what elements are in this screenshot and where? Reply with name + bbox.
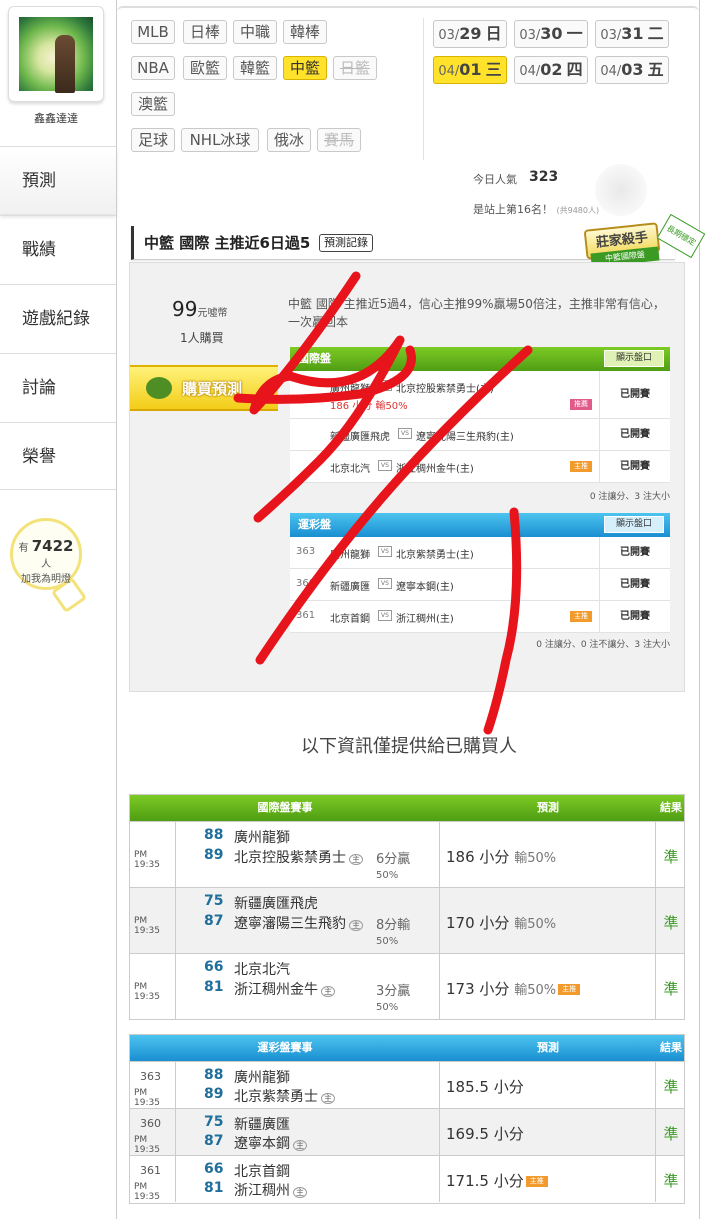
fans-unit: 人 bbox=[41, 559, 51, 570]
prediction-description: 中籃 國際 主推近5過4，信心主推99%贏場50倍注，主推非常有信心，一次贏回本 bbox=[288, 297, 665, 329]
sidebar-item-predict[interactable]: 預測 bbox=[0, 146, 116, 214]
vs-icon: VS bbox=[378, 460, 392, 471]
sport-tab-cpbl[interactable]: 中職 bbox=[233, 20, 277, 44]
table-row: 361 PM 19:35 66 北京首鋼 81 浙江稠州主 171.5 小分 主推 準 bbox=[130, 1155, 684, 1202]
buyer-count: 1人購買 bbox=[180, 331, 224, 345]
sport-tab-soccer[interactable]: 足球 bbox=[131, 128, 175, 152]
fans-prefix: 有 bbox=[18, 543, 29, 554]
prediction-panel: 99元噓幣 1人購買 中籃 國際 主推近5過4，信心主推99%贏場50倍注，主推… bbox=[129, 262, 685, 692]
main-pick-tag: 主推 bbox=[570, 611, 592, 622]
user-name: 鑫鑫達達 bbox=[34, 112, 78, 125]
vs-icon: VS bbox=[378, 610, 392, 621]
badge-ribbon: 長期穩定 bbox=[656, 213, 706, 259]
intl-row: 廣州龍獅 VS 北京控股紫禁勇士(主) 186 小分 輸50% 推薦 已開賽 bbox=[290, 371, 670, 419]
intl-section: 國際盤 顯示盤口 廣州龍獅 VS 北京控股紫禁勇士(主) 186 小分 輸50% 推… bbox=[290, 347, 670, 483]
table-row: 363 PM 19:35 88 廣州龍獅 89 北京紫禁勇士主 185.5 小分 準 bbox=[130, 1061, 684, 1108]
date-button-0401[interactable]: 04/01 三 bbox=[433, 56, 507, 84]
lottery-summary: 0 注讓分、0 注不讓分、3 注大小 bbox=[536, 640, 670, 650]
lottery-section-header: 運彩盤 顯示盤口 bbox=[290, 513, 670, 537]
main-content: MLB 日棒 中職 韓棒 NBA 歐籃 韓籃 中籃 日籃 澳籃 足球 NHL冰球… bbox=[116, 0, 706, 1219]
date-button-0329[interactable]: 03/29 日 bbox=[433, 20, 507, 48]
avatar[interactable] bbox=[8, 6, 104, 102]
vs-icon: VS bbox=[378, 380, 392, 391]
main-pick-tag: 主推 bbox=[525, 1176, 548, 1187]
table-row: PM 19:35 75 新疆廣匯飛虎 87 遼寧瀋陽三生飛豹主 8分輸 50% 170… bbox=[130, 887, 684, 953]
intl-section-header: 國際盤 顯示盤口 bbox=[290, 347, 670, 371]
rank-text: 是站上第16名！ (共9480人) bbox=[473, 203, 600, 216]
vs-icon: VS bbox=[398, 428, 412, 439]
show-odds-button[interactable]: 顯示盤口 bbox=[604, 350, 664, 367]
sport-tab-mlb[interactable]: MLB bbox=[131, 20, 175, 44]
sport-tab-ru-hockey[interactable]: 俄冰 bbox=[267, 128, 311, 152]
buy-prediction-button[interactable]: 購買預測 bbox=[130, 365, 278, 411]
table-row: PM 19:35 66 北京北汽 81 浙江稠州金牛主 3分贏 50% 173 小分 … bbox=[130, 953, 684, 1019]
sport-tab-kr-baseball[interactable]: 韓棒 bbox=[283, 20, 327, 44]
lottery-results-table: 運彩盤賽事 預測 結果 363 PM 19:35 88 廣州龍獅 89 北京紫禁勇士主… bbox=[129, 1034, 685, 1204]
vs-icon: VS bbox=[378, 546, 392, 557]
date-button-0403[interactable]: 04/03 五 bbox=[595, 56, 669, 84]
date-button-0330[interactable]: 03/30 一 bbox=[514, 20, 588, 48]
date-button-0331[interactable]: 03/31 二 bbox=[595, 20, 669, 48]
table-row: PM 19:35 88 廣州龍獅 89 北京控股紫禁勇士主 6分贏 50% 186 小… bbox=[130, 821, 684, 887]
sport-tab-kr-basketball[interactable]: 韓籃 bbox=[233, 56, 277, 80]
intl-row: 新疆廣匯飛虎 VS 遼寧沈陽三生飛豹(主) 已開賽 bbox=[290, 419, 670, 451]
filter-divider bbox=[423, 18, 424, 160]
intl-summary: 0 注讓分、3 注大小 bbox=[589, 492, 670, 502]
avatar-figure bbox=[55, 35, 75, 93]
recommend-tag: 推薦 bbox=[570, 399, 592, 410]
date-button-0402[interactable]: 04/02 四 bbox=[514, 56, 588, 84]
popularity-value: 323 bbox=[529, 169, 559, 185]
splash-decoration bbox=[595, 164, 647, 216]
fans-caption: 加我為明燈 bbox=[21, 574, 71, 585]
sidebar: 鑫鑫達達 預測 戰績 遊戲紀錄 討論 榮譽 有 7422 人 加我為明燈 bbox=[0, 0, 116, 1219]
lightbulb-icon[interactable]: 有 7422 人 加我為明燈 bbox=[10, 518, 82, 590]
lottery-row: 361 北京首鋼 VS 浙江稠州(主) 主推 已開賽 bbox=[290, 601, 670, 633]
lottery-results-header: 運彩盤賽事 預測 結果 bbox=[130, 1035, 684, 1061]
main-pick-tag: 主推 bbox=[570, 461, 592, 472]
sidebar-item-honor[interactable]: 榮譽 bbox=[0, 422, 116, 490]
popularity-label: 今日人氣 bbox=[473, 173, 517, 186]
lottery-row: 363 廣州龍獅 VS 北京紫禁勇士(主) 已開賽 bbox=[290, 537, 670, 569]
vs-icon: VS bbox=[378, 578, 392, 589]
sidebar-item-record[interactable]: 戰績 bbox=[0, 215, 116, 283]
intl-row: 北京北汽 VS 浙江稠州金牛(主) 主推 已開賽 bbox=[290, 451, 670, 483]
buyers-only-notice: 以下資訊僅提供給已購買人 bbox=[301, 736, 517, 757]
sport-tab-eu-basketball[interactable]: 歐籃 bbox=[183, 56, 227, 80]
page-title: 中籃 國際 主推近6日過5 bbox=[144, 234, 311, 252]
sport-tab-nhl[interactable]: NHL冰球 bbox=[181, 128, 259, 152]
intl-results-header: 國際盤賽事 預測 結果 bbox=[130, 795, 684, 821]
history-button[interactable]: 預測記錄 bbox=[319, 234, 373, 252]
sport-tab-nba[interactable]: NBA bbox=[131, 56, 175, 80]
price: 99元噓幣 bbox=[172, 297, 228, 321]
table-row: 360 PM 19:35 75 新疆廣匯 87 遼寧本鋼主 169.5 小分 準 bbox=[130, 1108, 684, 1155]
sport-tab-cn-basketball[interactable]: 中籃 bbox=[283, 56, 327, 80]
page: 鑫鑫達達 預測 戰績 遊戲紀錄 討論 榮譽 有 7422 人 加我為明燈 MLB… bbox=[0, 0, 720, 1219]
sidebar-item-discussion[interactable]: 討論 bbox=[0, 353, 116, 421]
coin-icon bbox=[146, 377, 172, 399]
fans-count: 7422 bbox=[31, 537, 74, 555]
sport-tab-jp-basketball: 日籃 bbox=[333, 56, 377, 80]
main-pick-tag: 主推 bbox=[558, 984, 581, 995]
sidebar-item-game-log[interactable]: 遊戲紀錄 bbox=[0, 284, 116, 352]
sport-tab-horse-racing: 賽馬 bbox=[317, 128, 361, 152]
show-odds-button[interactable]: 顯示盤口 bbox=[604, 516, 664, 533]
avatar-image bbox=[19, 17, 93, 93]
sport-tab-jp-baseball[interactable]: 日棒 bbox=[183, 20, 227, 44]
lottery-section: 運彩盤 顯示盤口 363 廣州龍獅 VS 北京紫禁勇士(主) 已開賽 360 新疆廣匯 V… bbox=[290, 513, 670, 633]
intl-results-table: 國際盤賽事 預測 結果 PM 19:35 88 廣州龍獅 89 北京控股紫禁勇士主 … bbox=[129, 794, 685, 1020]
sport-tab-au-basketball[interactable]: 澳籃 bbox=[131, 92, 175, 116]
lottery-row: 360 新疆廣匯 VS 遼寧本鋼(主) 已開賽 bbox=[290, 569, 670, 601]
